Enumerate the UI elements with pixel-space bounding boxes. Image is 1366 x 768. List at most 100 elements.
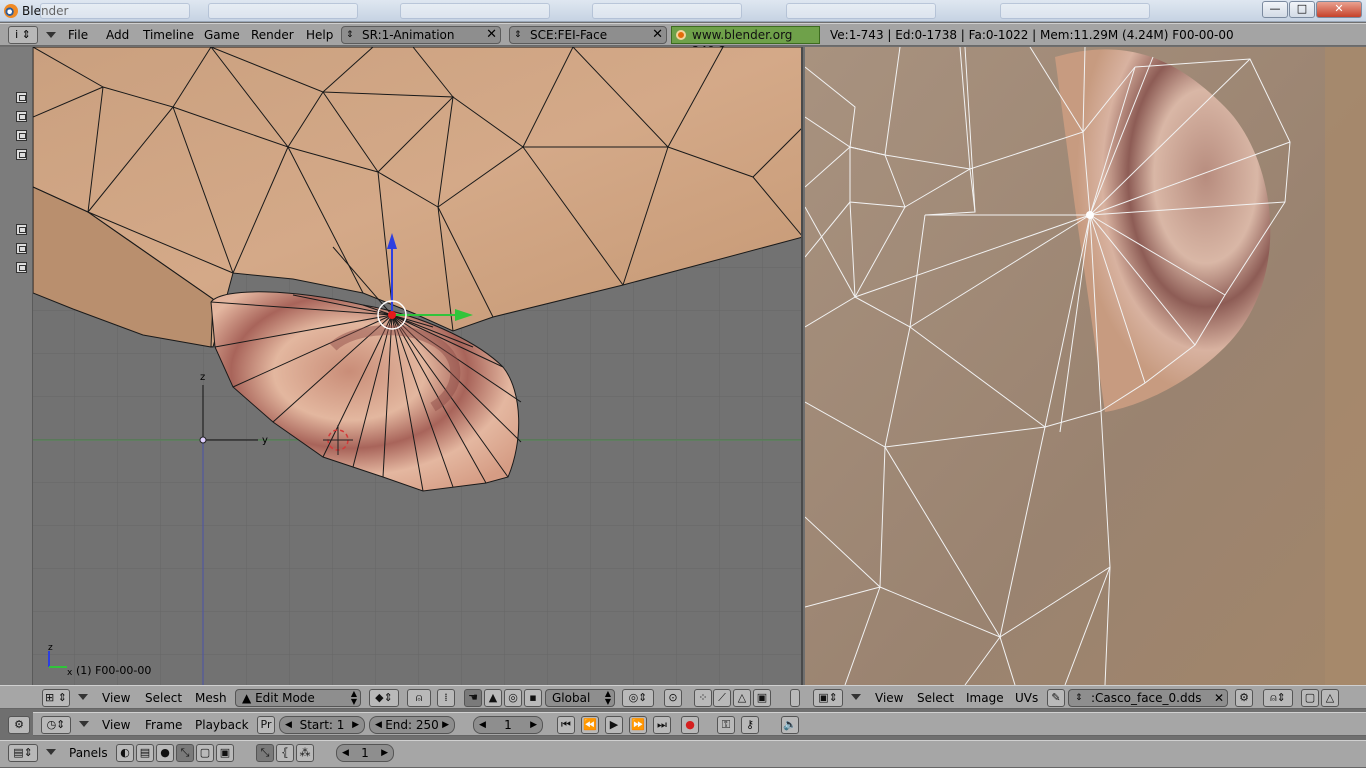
previous-keyframe-icon[interactable]: ⏪ <box>581 716 599 734</box>
draw-type-button[interactable]: ◆⇕ <box>369 689 399 707</box>
image-icon[interactable] <box>16 130 27 141</box>
collapse-menu-triangle-icon[interactable] <box>46 749 56 755</box>
image-icon[interactable] <box>16 149 27 160</box>
decrement-arrow-icon[interactable]: ◀ <box>342 745 349 761</box>
menu-mesh[interactable]: Mesh <box>195 691 227 705</box>
menu-file[interactable]: File <box>68 28 88 42</box>
layer-button[interactable]: ⁞ <box>437 689 455 707</box>
increment-arrow-icon[interactable]: ▶ <box>352 717 359 733</box>
decrement-arrow-icon[interactable]: ◀ <box>479 717 486 733</box>
sub-context-particles-icon[interactable]: ⁂ <box>296 744 314 762</box>
keying-set-icon[interactable]: ⚿ <box>717 716 735 734</box>
close-button[interactable]: ✕ <box>1316 1 1362 18</box>
image-icon[interactable] <box>16 262 27 273</box>
delete-screen-icon[interactable]: ✕ <box>486 27 497 43</box>
scene-context-icon[interactable]: ▣ <box>216 744 234 762</box>
rotate-manipulator-icon[interactable]: ◎ <box>504 689 522 707</box>
image-icon[interactable] <box>16 224 27 235</box>
menu-image[interactable]: Image <box>966 691 1004 705</box>
maximize-button[interactable]: □ <box>1289 1 1315 18</box>
clock-editor-icon[interactable]: ◷⇕ <box>41 716 71 734</box>
proportional-edit-button[interactable]: ◎⇕ <box>622 689 654 707</box>
menu-game[interactable]: Game <box>204 28 240 42</box>
preview-range-button[interactable]: Pr <box>257 716 275 734</box>
increment-arrow-icon[interactable]: ▶ <box>530 717 537 733</box>
image-icon[interactable] <box>16 111 27 122</box>
frame-number-field[interactable]: ◀ 1 ▶ <box>336 744 394 762</box>
menu-view[interactable]: View <box>102 691 130 705</box>
sub-context-physics-icon[interactable]: ⦃ <box>276 744 294 762</box>
shading-context-icon[interactable]: ● <box>156 744 174 762</box>
face-select-icon[interactable]: △ <box>733 689 751 707</box>
viewport-canvas[interactable]: z y z x <box>33 47 803 685</box>
jump-to-end-icon[interactable]: ⏭ <box>653 716 671 734</box>
menu-view[interactable]: View <box>875 691 903 705</box>
current-frame-field[interactable]: ◀ 1 ▶ <box>473 716 543 734</box>
image-pack-icon[interactable]: ⚙ <box>1235 689 1253 707</box>
minimize-button[interactable]: — <box>1262 1 1288 18</box>
object-context-icon[interactable]: ⤡ <box>176 744 194 762</box>
menu-view[interactable]: View <box>102 718 130 732</box>
info-icon[interactable]: i ⇕ <box>8 26 38 44</box>
uv-canvas[interactable] <box>805 47 1366 685</box>
uv-face-select-icon[interactable]: △ <box>1321 689 1339 707</box>
buttons-editor-icon[interactable]: ▤⇕ <box>8 744 38 762</box>
menu-frame[interactable]: Frame <box>145 718 182 732</box>
collapse-menu-triangle-icon[interactable] <box>79 721 89 727</box>
collapse-menu-triangle-icon[interactable] <box>78 694 88 700</box>
menu-select[interactable]: Select <box>917 691 954 705</box>
occlude-geometry-icon[interactable]: ▣ <box>753 689 771 707</box>
uv-selected-vertex-icon[interactable] <box>1086 211 1094 219</box>
pivot-button[interactable]: ⍝ <box>407 689 431 707</box>
collapse-menu-triangle-icon[interactable] <box>46 32 56 38</box>
image-selector[interactable]: ⇕ :Casco_face_0.dds ✕ <box>1068 689 1228 707</box>
editing-context-icon[interactable]: ▢ <box>196 744 214 762</box>
menu-add[interactable]: Add <box>106 28 129 42</box>
image-icon[interactable] <box>16 243 27 254</box>
menu-playback[interactable]: Playback <box>195 718 249 732</box>
increment-arrow-icon[interactable]: ▶ <box>381 745 388 761</box>
3d-viewport[interactable]: z y z x <box>33 47 803 685</box>
menu-timeline[interactable]: Timeline <box>143 28 194 42</box>
grid-editor-icon[interactable]: ⊞ ⇕ <box>42 689 70 707</box>
scale-manipulator-icon[interactable]: ▪ <box>524 689 542 707</box>
image-icon[interactable] <box>16 92 27 103</box>
timeline-editor-icon[interactable]: ⚙ <box>8 716 30 734</box>
record-icon[interactable]: ● <box>681 716 699 734</box>
sound-icon[interactable]: 🔈 <box>781 716 799 734</box>
decrement-arrow-icon[interactable]: ◀ <box>375 717 382 733</box>
play-icon[interactable]: ▶ <box>605 716 623 734</box>
delete-scene-icon[interactable]: ✕ <box>652 27 663 43</box>
start-frame-field[interactable]: ◀ Start: 1 ▶ <box>279 716 365 734</box>
snap-button[interactable]: ⊙ <box>664 689 682 707</box>
image-editor-icon[interactable]: ▣⇕ <box>813 689 843 707</box>
orientation-selector[interactable]: Global ▲ ▼ <box>545 689 615 707</box>
unlink-image-icon[interactable]: ✕ <box>1214 690 1224 706</box>
blender-version-link[interactable]: www.blender.org 249.2 <box>671 26 820 58</box>
pin-icon[interactable]: ✎ <box>1047 689 1065 707</box>
jump-to-start-icon[interactable]: ⏮ <box>557 716 575 734</box>
translate-manipulator-icon[interactable]: ▲ <box>484 689 502 707</box>
menu-select[interactable]: Select <box>145 691 182 705</box>
decrement-arrow-icon[interactable]: ◀ <box>285 717 292 733</box>
menu-panels[interactable]: Panels <box>69 746 108 760</box>
vertex-select-icon[interactable]: ⁘ <box>694 689 712 707</box>
script-context-icon[interactable]: ▤ <box>136 744 154 762</box>
header-scroll-handle[interactable] <box>790 689 800 707</box>
menu-uvs[interactable]: UVs <box>1015 691 1038 705</box>
collapse-menu-triangle-icon[interactable] <box>851 694 861 700</box>
uv-sync-icon[interactable]: ▢ <box>1301 689 1319 707</box>
key-icon[interactable]: ⚷ <box>741 716 759 734</box>
next-keyframe-icon[interactable]: ⏩ <box>629 716 647 734</box>
edge-select-icon[interactable]: ⟋ <box>713 689 731 707</box>
uv-pivot-button[interactable]: ⍝⇕ <box>1263 689 1293 707</box>
increment-arrow-icon[interactable]: ▶ <box>442 717 449 733</box>
menu-help[interactable]: Help <box>306 28 333 42</box>
mode-selector[interactable]: ▲ Edit Mode ▲ ▼ <box>235 689 361 707</box>
scene-selector[interactable]: ⇕ SCE:FEI-Face ✕ <box>509 26 667 44</box>
hand-manipulator-icon[interactable]: ☚ <box>464 689 482 707</box>
screen-selector[interactable]: ⇕ SR:1-Animation ✕ <box>341 26 501 44</box>
menu-render[interactable]: Render <box>251 28 294 42</box>
sub-context-object-icon[interactable]: ⤡ <box>256 744 274 762</box>
logic-context-icon[interactable]: ◐ <box>116 744 134 762</box>
